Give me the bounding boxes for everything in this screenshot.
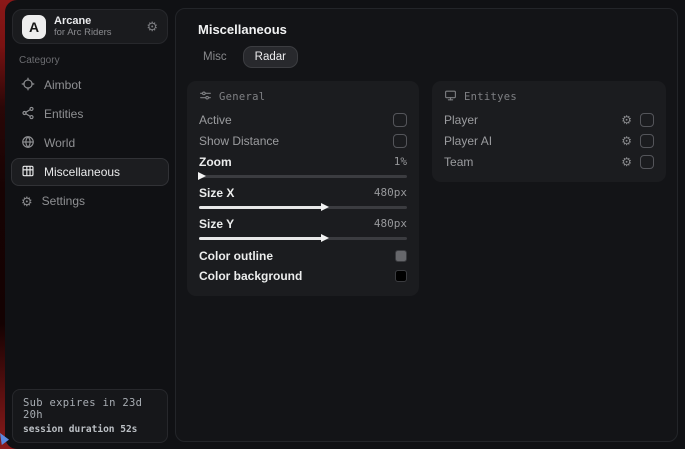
zoom-label: Zoom	[199, 155, 232, 169]
team-label: Team	[444, 155, 473, 169]
sub-expiry-text: Sub expires in 23d 20h	[23, 397, 157, 421]
subscription-status-box: Sub expires in 23d 20h session duration …	[12, 389, 168, 443]
color-outline-row: Color outline	[199, 246, 407, 266]
player-ai-label: Player AI	[444, 134, 492, 148]
size-y-label: Size Y	[199, 217, 234, 231]
app-window: A Arcane for Arc Riders ⚙ Category Aimbo…	[5, 0, 685, 449]
monitor-icon	[444, 89, 457, 105]
nodes-icon	[21, 106, 35, 123]
color-background-label: Color background	[199, 269, 302, 283]
zoom-slider-track[interactable]	[199, 175, 407, 178]
color-outline-swatch[interactable]	[395, 250, 407, 262]
tab-bar: Misc Radar	[191, 46, 677, 68]
app-header-card: A Arcane for Arc Riders ⚙	[12, 9, 168, 44]
color-background-swatch[interactable]	[395, 270, 407, 282]
page-title: Miscellaneous	[198, 22, 677, 37]
active-checkbox[interactable]	[393, 113, 407, 127]
color-background-row: Color background	[199, 266, 407, 286]
active-label: Active	[199, 113, 232, 127]
player-checkbox[interactable]	[640, 113, 654, 127]
size-x-label: Size X	[199, 186, 234, 200]
sidebar-nav: Aimbot Entities World	[11, 71, 169, 216]
zoom-label-row: Zoom 1%	[199, 153, 407, 170]
sidebar-item-world[interactable]: World	[11, 129, 169, 157]
session-duration-text: session duration 52s	[23, 424, 157, 435]
general-card-title: General	[219, 91, 265, 103]
size-y-slider-thumb[interactable]	[321, 234, 329, 242]
team-controls: ⚙	[621, 155, 654, 169]
app-subtitle: for Arc Riders	[54, 27, 112, 38]
show-distance-label: Show Distance	[199, 134, 279, 148]
cards-row: General Active Show Distance Zoom 1%	[187, 81, 666, 296]
size-y-slider-track[interactable]	[199, 237, 407, 240]
sidebar: A Arcane for Arc Riders ⚙ Category Aimbo…	[5, 0, 175, 449]
category-label: Category	[19, 55, 60, 66]
sidebar-item-entities[interactable]: Entities	[11, 100, 169, 128]
sidebar-item-aimbot[interactable]: Aimbot	[11, 71, 169, 99]
sidebar-item-miscellaneous[interactable]: Miscellaneous	[11, 158, 169, 186]
entities-card: Entityes Player ⚙ Player AI ⚙	[432, 81, 666, 182]
sidebar-item-label: Aimbot	[44, 78, 81, 92]
zoom-slider-thumb[interactable]	[198, 172, 206, 180]
active-row: Active	[199, 109, 407, 130]
tab-radar[interactable]: Radar	[243, 46, 298, 68]
show-distance-checkbox[interactable]	[393, 134, 407, 148]
zoom-slider[interactable]	[199, 170, 407, 182]
gear-icon: ⚙	[21, 195, 33, 208]
player-label: Player	[444, 113, 478, 127]
size-x-value: 480px	[374, 186, 407, 199]
sidebar-item-label: Settings	[42, 194, 85, 208]
player-ai-row: Player AI ⚙	[444, 130, 654, 151]
player-ai-checkbox[interactable]	[640, 134, 654, 148]
size-x-label-row: Size X 480px	[199, 184, 407, 201]
team-gear-icon[interactable]: ⚙	[621, 156, 632, 168]
team-checkbox[interactable]	[640, 155, 654, 169]
color-outline-label: Color outline	[199, 249, 273, 263]
sidebar-item-label: Entities	[44, 107, 83, 121]
player-ai-controls: ⚙	[621, 134, 654, 148]
sidebar-item-settings[interactable]: ⚙ Settings	[11, 187, 169, 215]
sync-gear-icon[interactable]: ⚙	[146, 20, 158, 33]
size-x-slider-fill	[199, 206, 324, 209]
app-logo: A	[22, 15, 46, 39]
size-y-slider-fill	[199, 237, 324, 240]
entities-card-title: Entityes	[464, 91, 517, 103]
team-row: Team ⚙	[444, 151, 654, 172]
size-y-value: 480px	[374, 217, 407, 230]
sidebar-item-label: Miscellaneous	[44, 165, 120, 179]
entities-card-header: Entityes	[444, 89, 654, 104]
player-ai-gear-icon[interactable]: ⚙	[621, 135, 632, 147]
size-x-slider-track[interactable]	[199, 206, 407, 209]
player-row: Player ⚙	[444, 109, 654, 130]
desktop-backdrop: A Arcane for Arc Riders ⚙ Category Aimbo…	[0, 0, 685, 449]
player-gear-icon[interactable]: ⚙	[621, 114, 632, 126]
grid-icon	[21, 164, 35, 181]
player-controls: ⚙	[621, 113, 654, 127]
size-y-slider[interactable]	[199, 232, 407, 244]
crosshair-icon	[21, 77, 35, 94]
general-card: General Active Show Distance Zoom 1%	[187, 81, 419, 296]
main-panel: Miscellaneous Misc Radar General Active	[175, 8, 678, 442]
zoom-value: 1%	[394, 155, 407, 168]
app-name: Arcane	[54, 15, 112, 27]
size-y-label-row: Size Y 480px	[199, 215, 407, 232]
app-title-block: Arcane for Arc Riders	[54, 15, 112, 38]
sidebar-item-label: World	[44, 136, 75, 150]
general-card-header: General	[199, 89, 407, 104]
globe-icon	[21, 135, 35, 152]
show-distance-row: Show Distance	[199, 130, 407, 151]
sliders-icon	[199, 89, 212, 105]
size-x-slider[interactable]	[199, 201, 407, 213]
tab-misc[interactable]: Misc	[191, 46, 239, 68]
size-x-slider-thumb[interactable]	[321, 203, 329, 211]
